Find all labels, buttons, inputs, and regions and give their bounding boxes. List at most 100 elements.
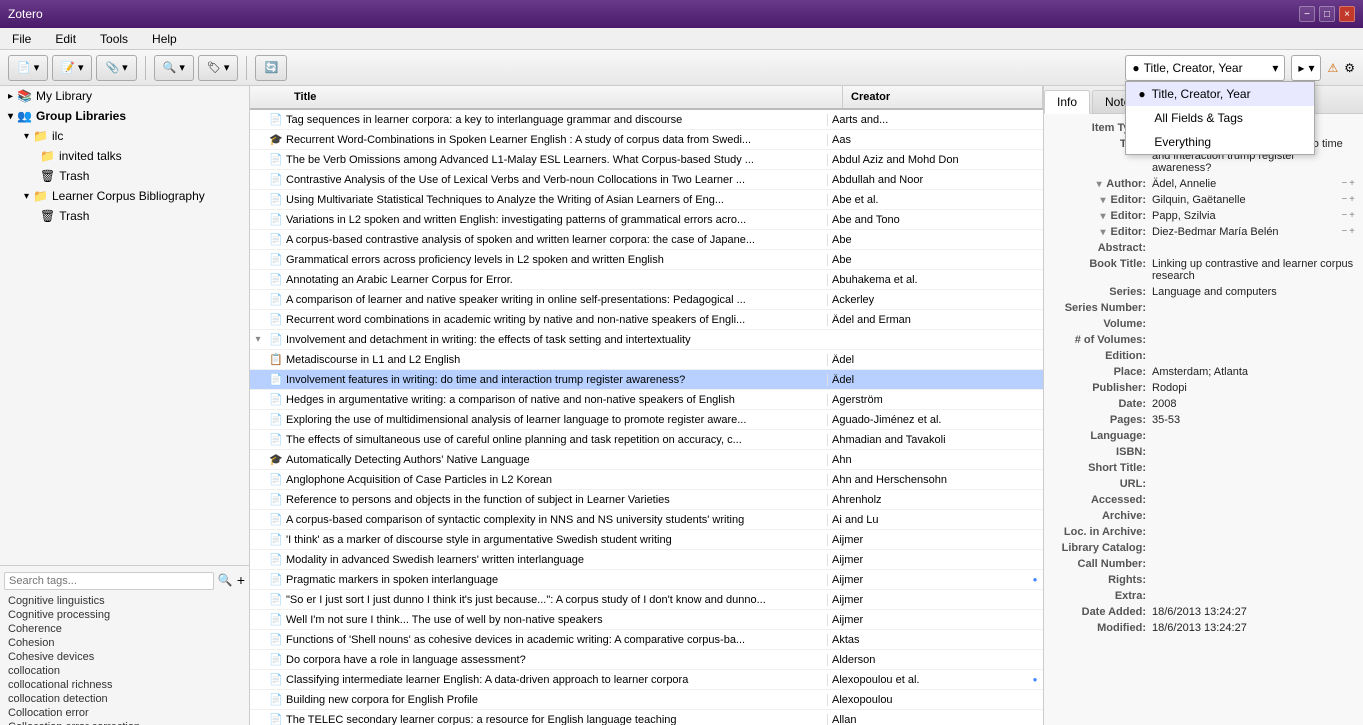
sidebar-item-learner-corpus-bib[interactable]: ▾ 📁 Learner Corpus Bibliography <box>0 186 249 206</box>
tag-item[interactable]: Collocation error correction <box>4 720 245 725</box>
table-row[interactable]: 📄Anglophone Acquisition of Case Particle… <box>250 470 1043 490</box>
table-row[interactable]: 📄Reference to persons and objects in the… <box>250 490 1043 510</box>
settings-icon[interactable]: ⚙ <box>1344 61 1355 75</box>
column-header-title[interactable]: Title <box>286 86 843 108</box>
table-row[interactable]: 📄Pragmatic markers in spoken interlangua… <box>250 570 1043 590</box>
locate-button[interactable]: 🔍 ▾ <box>154 55 194 81</box>
menu-file[interactable]: File <box>4 30 39 48</box>
add-attachment-button[interactable]: 📎 ▾ <box>96 55 136 81</box>
tag-item[interactable]: collocation detection <box>4 692 245 706</box>
info-add-button[interactable]: + <box>1349 194 1355 205</box>
search-type-dropdown[interactable]: ● Title, Creator, Year ▾ <box>1125 55 1285 81</box>
table-row[interactable]: 📄Using Multivariate Statistical Techniqu… <box>250 190 1043 210</box>
info-expand-arrow[interactable]: ▾ <box>1100 195 1105 206</box>
row-title: Classifying intermediate learner English… <box>286 674 827 686</box>
table-row[interactable]: 📄Contrastive Analysis of the Use of Lexi… <box>250 170 1043 190</box>
table-row[interactable]: ▾📄Involvement and detachment in writing:… <box>250 330 1043 350</box>
tag-item[interactable]: Coherence <box>4 622 245 636</box>
info-expand-arrow[interactable]: ▾ <box>1100 227 1105 238</box>
table-row[interactable]: 📄A comparison of learner and native spea… <box>250 290 1043 310</box>
table-row[interactable]: 📄Modality in advanced Swedish learners' … <box>250 550 1043 570</box>
table-row[interactable]: 🎓Recurrent Word-Combinations in Spoken L… <box>250 130 1043 150</box>
table-row[interactable]: 📄The TELEC secondary learner corpus: a r… <box>250 710 1043 725</box>
tag-item[interactable]: Cognitive linguistics <box>4 594 245 608</box>
table-row[interactable]: 📄Grammatical errors across proficiency l… <box>250 250 1043 270</box>
table-row[interactable]: 📄A corpus-based comparison of syntactic … <box>250 510 1043 530</box>
sidebar-item-ilc[interactable]: ▾ 📁 ilc <box>0 126 249 146</box>
table-row[interactable]: 📄Exploring the use of multidimensional a… <box>250 410 1043 430</box>
table-row[interactable]: 📄A corpus-based contrastive analysis of … <box>250 230 1043 250</box>
tags-search-input[interactable] <box>4 572 214 590</box>
info-add-button[interactable]: + <box>1349 178 1355 189</box>
table-row[interactable]: 📄The be Verb Omissions among Advanced L1… <box>250 150 1043 170</box>
close-button[interactable]: × <box>1339 6 1355 22</box>
minimize-button[interactable]: − <box>1299 6 1315 22</box>
sync-button[interactable]: 🔄 <box>255 55 287 81</box>
sidebar-item-ilc-trash[interactable]: 🗑 Trash <box>0 166 249 186</box>
table-row[interactable]: 📄Involvement features in writing: do tim… <box>250 370 1043 390</box>
sidebar-item-lcb-trash[interactable]: 🗑 Trash <box>0 206 249 226</box>
info-remove-button[interactable]: − <box>1341 194 1347 205</box>
info-row-url: URL: <box>1052 478 1355 490</box>
table-row[interactable]: 📄Do corpora have a role in language asse… <box>250 650 1043 670</box>
table-row[interactable]: 📄Building new corpora for English Profil… <box>250 690 1043 710</box>
info-remove-button[interactable]: − <box>1341 178 1347 189</box>
table-row[interactable]: 📄"So er I just sort I just dunno I think… <box>250 590 1043 610</box>
search-results-nav[interactable]: ▸ ▾ <box>1291 55 1321 81</box>
row-creator: Abe <box>827 254 1027 266</box>
table-row[interactable]: 📄Tag sequences in learner corpora: a key… <box>250 110 1043 130</box>
tag-item[interactable]: collocation <box>4 664 245 678</box>
info-expand-arrow[interactable]: ▾ <box>1100 211 1105 222</box>
table-row[interactable]: 📄Annotating an Arabic Learner Corpus for… <box>250 270 1043 290</box>
table-row[interactable]: 🎓Automatically Detecting Authors' Native… <box>250 450 1043 470</box>
row-title: "So er I just sort I just dunno I think … <box>286 594 827 606</box>
info-remove-button[interactable]: − <box>1341 210 1347 221</box>
table-row[interactable]: 📋Metadiscourse in L1 and L2 EnglishÄdel <box>250 350 1043 370</box>
search-nav-dropdown: ▾ <box>1308 61 1314 75</box>
tab-info[interactable]: Info <box>1044 90 1090 114</box>
trash-icon-lcb: 🗑 <box>40 209 55 223</box>
menu-edit[interactable]: Edit <box>47 30 84 48</box>
column-header-creator[interactable]: Creator <box>843 86 1043 108</box>
sidebar-item-invited-talks[interactable]: 📁 invited talks <box>0 146 249 166</box>
menu-bar: File Edit Tools Help <box>0 28 1363 50</box>
table-row[interactable]: 📄The effects of simultaneous use of care… <box>250 430 1043 450</box>
maximize-button[interactable]: □ <box>1319 6 1335 22</box>
row-creator: Agerström <box>827 394 1027 406</box>
info-label-locInArchive: Loc. in Archive: <box>1052 526 1152 538</box>
table-row[interactable]: 📄Variations in L2 spoken and written Eng… <box>250 210 1043 230</box>
table-row[interactable]: 📄Well I'm not sure I think... The use of… <box>250 610 1043 630</box>
info-value-series: Language and computers <box>1152 286 1355 298</box>
tag-color-button[interactable]: 🏷 ▾ <box>198 55 239 81</box>
row-indicator-dot: ● <box>1027 575 1043 584</box>
tag-item[interactable]: collocational richness <box>4 678 245 692</box>
tags-add-icon[interactable]: + <box>237 572 245 588</box>
table-row[interactable]: 📄Recurrent word combinations in academic… <box>250 310 1043 330</box>
info-add-button[interactable]: + <box>1349 226 1355 237</box>
table-row[interactable]: 📄'I think' as a marker of discourse styl… <box>250 530 1043 550</box>
info-expand-arrow[interactable]: ▾ <box>1097 179 1102 190</box>
search-option-title-creator-year[interactable]: ● Title, Creator, Year <box>1126 82 1314 106</box>
new-note-button[interactable]: 📝 ▾ <box>52 55 92 81</box>
menu-help[interactable]: Help <box>144 30 185 48</box>
menu-tools[interactable]: Tools <box>92 30 136 48</box>
group-icon: 👥 <box>17 109 32 123</box>
tag-item[interactable]: Cohesion <box>4 636 245 650</box>
table-row[interactable]: 📄Functions of 'Shell nouns' as cohesive … <box>250 630 1043 650</box>
row-title: Do corpora have a role in language asses… <box>286 654 827 666</box>
info-add-button[interactable]: + <box>1349 210 1355 221</box>
table-row[interactable]: 📄Classifying intermediate learner Englis… <box>250 670 1043 690</box>
sidebar-item-my-library[interactable]: ▸ 📚 My Library <box>0 86 249 106</box>
search-option-all-fields-tags[interactable]: All Fields & Tags <box>1126 106 1314 130</box>
info-remove-button[interactable]: − <box>1341 226 1347 237</box>
info-label-extra: Extra: <box>1052 590 1152 602</box>
search-type-bullet: ● <box>1132 61 1139 75</box>
new-item-button[interactable]: 📄 ▾ <box>8 55 48 81</box>
tag-item[interactable]: Cohesive devices <box>4 650 245 664</box>
search-option-everything[interactable]: Everything <box>1126 130 1314 154</box>
tag-item[interactable]: Cognitive processing <box>4 608 245 622</box>
tag-item[interactable]: Collocation error <box>4 706 245 720</box>
table-row[interactable]: 📄Hedges in argumentative writing: a comp… <box>250 390 1043 410</box>
info-value-modified: 18/6/2013 13:24:27 <box>1152 622 1355 634</box>
sidebar-group-libraries[interactable]: ▾ 👥 Group Libraries <box>0 106 249 126</box>
